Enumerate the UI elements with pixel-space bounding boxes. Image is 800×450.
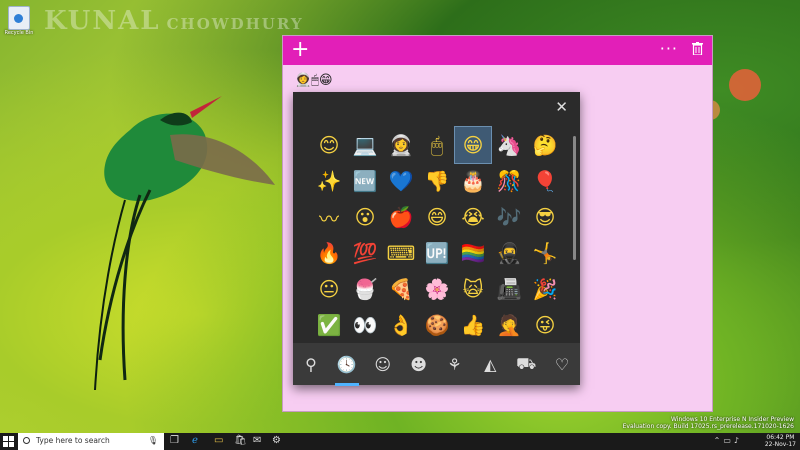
- emoji-cell[interactable]: ✅: [311, 307, 347, 343]
- tab-smileys-icon[interactable]: ☺: [369, 348, 397, 380]
- emoji-cell[interactable]: 😜: [527, 307, 563, 343]
- emoji-cell[interactable]: 📠: [491, 271, 527, 307]
- emoji-cell[interactable]: 🆙: [419, 235, 455, 271]
- emoji-cell[interactable]: 🤔: [527, 127, 563, 163]
- emoji-cell[interactable]: 🤦: [491, 307, 527, 343]
- taskbar-search-box[interactable]: Type here to search 🎙: [18, 433, 164, 450]
- emoji-cell[interactable]: 🥷: [491, 235, 527, 271]
- emoji-picker-panel: ✕ 😊 💻 👩‍🚀 🖱 😁 🦄 🤔 ✨ 🆕 💙 👎 🎂 🎊 🎈 〰 😮 🍎 😄 😭 🎶 😎 🔥 💯 ⌨ 🆙 🏳️‍🌈 🥷 🤸 😐 🍧 🍕 🌸 🙀…: [293, 92, 580, 386]
- tab-symbols-icon[interactable]: ♡: [548, 348, 576, 380]
- note-title-bar: + ···: [283, 36, 712, 65]
- edge-browser-icon[interactable]: ℯ: [192, 435, 198, 446]
- emoji-cell[interactable]: 😊: [311, 127, 347, 163]
- emoji-cell[interactable]: 😭: [455, 199, 491, 235]
- emoji-cell[interactable]: 🙀: [455, 271, 491, 307]
- store-icon[interactable]: 🛍: [234, 435, 247, 446]
- emoji-cell[interactable]: 🖱: [419, 127, 455, 163]
- emoji-cell[interactable]: 🌸: [419, 271, 455, 307]
- evaluation-notice: Windows 10 Enterprise N Insider Preview …: [623, 416, 794, 430]
- emoji-cell[interactable]: 💻: [347, 127, 383, 163]
- emoji-cell[interactable]: 👍: [455, 307, 491, 343]
- tab-recent-icon[interactable]: 🕓: [333, 348, 361, 386]
- emoji-grid-scrollbar[interactable]: [573, 136, 576, 260]
- eval-line-2: Evaluation copy. Build 17025.rs_prerelea…: [622, 423, 794, 430]
- watermark: KUNAL CHOWDHURY: [44, 6, 304, 36]
- search-placeholder: Type here to search: [36, 436, 110, 445]
- new-note-button[interactable]: +: [291, 38, 309, 62]
- emoji-cell[interactable]: 👀: [347, 307, 383, 343]
- emoji-cell[interactable]: 💙: [383, 163, 419, 199]
- recycle-bin-desktop-icon[interactable]: Recycle Bin: [4, 6, 34, 36]
- microphone-icon[interactable]: 🎙: [148, 436, 158, 445]
- emoji-cell[interactable]: ✨: [311, 163, 347, 199]
- tab-celebration-icon[interactable]: ⚘: [440, 348, 468, 380]
- settings-gear-icon[interactable]: ⚙: [272, 435, 281, 446]
- emoji-cell[interactable]: 😐: [311, 271, 347, 307]
- tab-travel-icon[interactable]: ⛟: [512, 348, 540, 380]
- emoji-cell[interactable]: 〰: [311, 199, 347, 235]
- watermark-subtext: CHOWDHURY: [166, 15, 304, 33]
- emoji-cell[interactable]: 🍎: [383, 199, 419, 235]
- emoji-cell[interactable]: 🎶: [491, 199, 527, 235]
- emoji-cell[interactable]: 🆕: [347, 163, 383, 199]
- emoji-grid: 😊 💻 👩‍🚀 🖱 😁 🦄 🤔 ✨ 🆕 💙 👎 🎂 🎊 🎈 〰 😮 🍎 😄 😭 🎶 😎 🔥 💯 ⌨ 🆙 🏳️‍🌈 🥷 🤸 😐 🍧 🍕 🌸 🙀 📠 🎉…: [311, 126, 563, 343]
- close-icon[interactable]: ✕: [555, 98, 568, 116]
- emoji-cell[interactable]: 😎: [527, 199, 563, 235]
- more-options-button[interactable]: ···: [660, 37, 678, 61]
- emoji-cell[interactable]: 😮: [347, 199, 383, 235]
- emoji-cell[interactable]: 🔥: [311, 235, 347, 271]
- clock-time: 06:42 PM: [766, 434, 795, 441]
- emoji-cell[interactable]: 👎: [419, 163, 455, 199]
- mail-icon[interactable]: ✉: [253, 435, 261, 446]
- emoji-cell[interactable]: 🤸: [527, 235, 563, 271]
- clock-date: 22-Nov-17: [764, 441, 796, 448]
- tab-food-icon[interactable]: ◭: [476, 348, 504, 380]
- note-text-area[interactable]: 👩‍🚀🖱😁: [295, 73, 333, 88]
- recycle-bin-icon: [8, 6, 30, 30]
- watermark-text: KUNAL: [44, 6, 161, 36]
- emoji-cell[interactable]: 🎈: [527, 163, 563, 199]
- emoji-cell[interactable]: 🎊: [491, 163, 527, 199]
- emoji-cell[interactable]: 🎂: [455, 163, 491, 199]
- eval-line-1: Windows 10 Enterprise N Insider Preview: [671, 416, 794, 423]
- taskbar: Type here to search 🎙 ❐ ℯ ▭ 🛍 ✉ ⚙ ⌃▭♪ 06…: [0, 433, 800, 450]
- windows-start-icon[interactable]: [3, 436, 14, 447]
- emoji-cell[interactable]: 😁: [454, 126, 492, 164]
- emoji-cell[interactable]: 🍕: [383, 271, 419, 307]
- emoji-cell[interactable]: 👩‍🚀: [383, 127, 419, 163]
- delete-note-trash-icon[interactable]: [692, 42, 703, 55]
- emoji-cell[interactable]: 🍧: [347, 271, 383, 307]
- emoji-cell[interactable]: 🏳️‍🌈: [455, 235, 491, 271]
- emoji-cell[interactable]: 🍪: [419, 307, 455, 343]
- emoji-category-tabs: ⚲ 🕓 ☺ ☻ ⚘ ◭ ⛟ ♡: [293, 343, 580, 386]
- system-clock[interactable]: 06:42 PM 22-Nov-17: [765, 434, 796, 448]
- tab-search-icon[interactable]: ⚲: [297, 348, 325, 380]
- tab-people-icon[interactable]: ☻: [405, 348, 433, 380]
- emoji-cell[interactable]: 🦄: [491, 127, 527, 163]
- emoji-cell[interactable]: 👌: [383, 307, 419, 343]
- emoji-cell[interactable]: ⌨: [383, 235, 419, 271]
- emoji-cell[interactable]: 😄: [419, 199, 455, 235]
- task-view-icon[interactable]: ❐: [170, 435, 179, 446]
- emoji-cell[interactable]: 🎉: [527, 271, 563, 307]
- desktop-icon-label: Recycle Bin: [4, 30, 34, 36]
- cortana-icon: [23, 437, 30, 444]
- emoji-cell[interactable]: 💯: [347, 235, 383, 271]
- system-tray-icons[interactable]: ⌃▭♪: [714, 436, 742, 445]
- file-explorer-icon[interactable]: ▭: [214, 435, 223, 446]
